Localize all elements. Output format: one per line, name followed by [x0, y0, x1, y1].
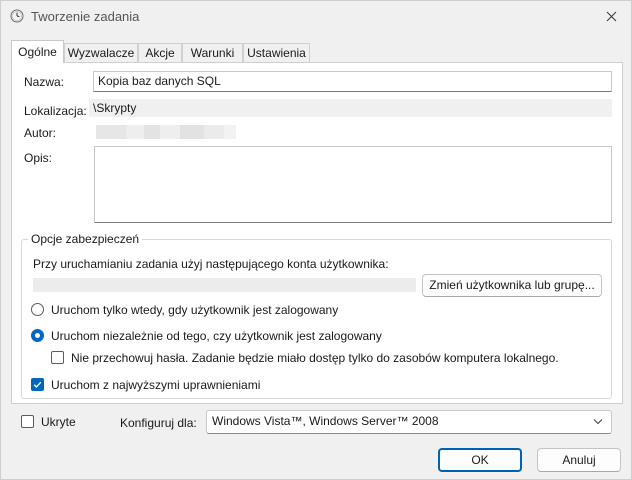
clock-icon: [10, 9, 24, 23]
configure-for-label: Konfiguruj dla:: [120, 416, 197, 430]
tab-triggers[interactable]: Wyzwalacze: [64, 43, 138, 62]
hidden-checkbox[interactable]: [21, 415, 34, 428]
tab-conditions[interactable]: Warunki: [182, 43, 243, 62]
task-dialog-window: Tworzenie zadania Ogólne Wyzwalacze Akcj…: [0, 0, 632, 480]
location-label: Lokalizacja:: [24, 104, 87, 118]
tab-settings[interactable]: Ustawienia: [243, 43, 310, 62]
name-label: Nazwa:: [24, 75, 65, 89]
close-icon: [606, 11, 616, 21]
run-only-logged-on-label[interactable]: Uruchom tylko wtedy, gdy użytkownik jest…: [51, 303, 338, 317]
author-value-redacted: [96, 125, 236, 139]
title-bar[interactable]: Tworzenie zadania: [1, 1, 631, 33]
location-value: \Skrypty: [89, 99, 612, 117]
run-whether-logged-on-label[interactable]: Uruchom niezależnie od tego, czy użytkow…: [51, 329, 382, 343]
tab-general[interactable]: Ogólne: [11, 40, 64, 63]
name-input[interactable]: Kopia baz danych SQL: [93, 71, 612, 92]
author-label: Autor:: [24, 126, 57, 140]
security-options-title: Opcje zabezpieczeń: [28, 232, 143, 246]
user-account-redacted: [33, 278, 416, 292]
do-not-store-password-label[interactable]: Nie przechowuj hasła. Zadanie będzie mia…: [71, 351, 559, 365]
tab-actions[interactable]: Akcje: [138, 43, 182, 62]
window-title: Tworzenie zadania: [31, 9, 140, 24]
highest-privileges-label[interactable]: Uruchom z najwyższymi uprawnieniami: [51, 378, 260, 392]
ok-button[interactable]: OK: [438, 448, 522, 472]
description-label: Opis:: [24, 151, 53, 165]
account-prompt: Przy uruchamianiu zadania użyj następują…: [33, 257, 389, 271]
highest-privileges-checkbox[interactable]: [31, 378, 44, 391]
run-only-logged-on-radio[interactable]: [31, 303, 44, 316]
description-input[interactable]: [94, 146, 612, 223]
hidden-label[interactable]: Ukryte: [41, 415, 76, 429]
configure-for-value: Windows Vista™, Windows Server™ 2008: [212, 414, 439, 428]
run-whether-logged-on-radio[interactable]: [31, 329, 44, 342]
cancel-button[interactable]: Anuluj: [537, 448, 621, 472]
close-button[interactable]: [591, 1, 631, 31]
checkmark-icon: [33, 381, 42, 389]
chevron-down-icon: [593, 419, 603, 425]
change-user-button[interactable]: Zmień użytkownika lub grupę...: [422, 274, 602, 297]
do-not-store-password-checkbox[interactable]: [51, 351, 64, 364]
configure-for-select[interactable]: Windows Vista™, Windows Server™ 2008: [206, 410, 612, 434]
